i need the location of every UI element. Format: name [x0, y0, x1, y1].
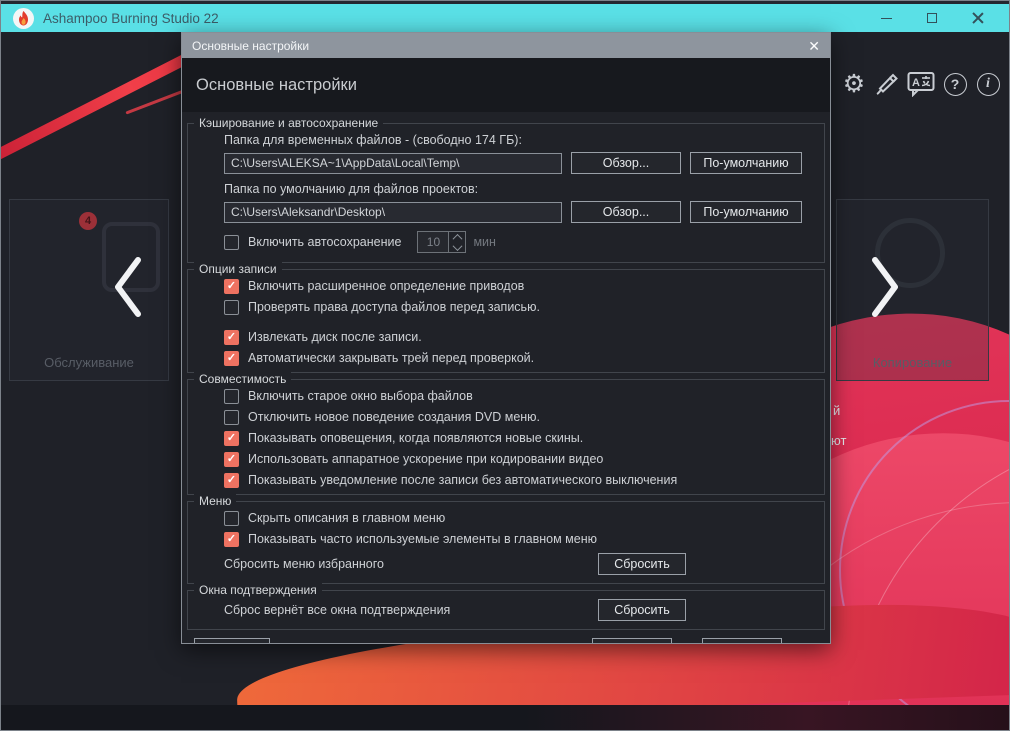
- reset-confirmations-label: Сброс вернёт все окна подтверждения: [224, 603, 450, 617]
- checkbox[interactable]: [224, 532, 239, 547]
- maximize-button[interactable]: [909, 5, 955, 31]
- group-confirmations-legend: Окна подтверждения: [194, 583, 322, 597]
- project-folder-label: Папка по умолчанию для файлов проектов:: [224, 182, 816, 198]
- temp-default-button[interactable]: По-умолчанию: [690, 152, 802, 174]
- group-compatibility: Совместимость Включить старое окно выбор…: [187, 379, 825, 495]
- tile-maintenance[interactable]: 4 Обслуживание: [9, 199, 169, 381]
- bg-text-fragment: ют: [831, 433, 846, 448]
- tile-copy-label: Копирование: [837, 355, 988, 370]
- group-menu: Меню Скрыть описания в главном меню Пока…: [187, 501, 825, 584]
- cancel-button[interactable]: Отмена: [702, 638, 782, 643]
- minimize-button[interactable]: [863, 5, 909, 31]
- project-browse-button[interactable]: Обзор...: [571, 201, 681, 223]
- checkbox[interactable]: [224, 279, 239, 294]
- project-folder-input[interactable]: [224, 202, 562, 223]
- checkbox[interactable]: [224, 410, 239, 425]
- checkbox[interactable]: [224, 389, 239, 404]
- group-caching-legend: Кэширование и автосохранение: [194, 116, 383, 130]
- dialog-header-title: Основные настройки: [182, 58, 830, 112]
- ok-button[interactable]: OK: [592, 638, 672, 643]
- reset-favorites-label: Сбросить меню избранного: [224, 557, 384, 571]
- checkbox[interactable]: [224, 431, 239, 446]
- settings-gear-icon[interactable]: ⚙: [838, 69, 870, 99]
- checkbox[interactable]: [224, 452, 239, 467]
- checkbox-row[interactable]: Отключить новое поведение создания DVD м…: [224, 409, 816, 425]
- settings-dialog: Основные настройки ✕ Основные настройки …: [181, 32, 831, 644]
- checkbox-row[interactable]: Включить старое окно выбора файлов: [224, 388, 816, 404]
- app-window: Ashampoo Burning Studio 22 ⚙: [0, 0, 1010, 731]
- os-titlebar: Ashampoo Burning Studio 22: [1, 4, 1009, 32]
- dialog-footer: Помощь OK Отмена: [194, 638, 818, 643]
- bg-bottom-strip: [1, 705, 1009, 730]
- checkbox-row[interactable]: Включить расширенное определение приводо…: [224, 278, 816, 294]
- info-icon[interactable]: i: [972, 69, 1004, 99]
- temp-folder-input[interactable]: [224, 153, 562, 174]
- close-button[interactable]: [955, 5, 1001, 31]
- chevron-right-icon[interactable]: [867, 256, 903, 318]
- checkbox-row[interactable]: Показывать уведомление после записи без …: [224, 472, 816, 488]
- temp-folder-label: Папка для временных файлов - (свободно 1…: [224, 133, 816, 149]
- checkbox[interactable]: [224, 473, 239, 488]
- autosave-checkbox[interactable]: [224, 235, 239, 250]
- checkbox[interactable]: [224, 330, 239, 345]
- checkbox-row[interactable]: Использовать аппаратное ускорение при ко…: [224, 451, 816, 467]
- translate-icon[interactable]: A: [905, 69, 937, 99]
- autosave-unit-label: мин: [473, 235, 495, 249]
- checkbox-row[interactable]: Автоматически закрывать трей перед прове…: [224, 350, 816, 366]
- notification-badge: 4: [79, 212, 97, 230]
- group-burn-legend: Опции записи: [194, 262, 282, 276]
- autosave-minutes-value[interactable]: 10: [417, 231, 449, 253]
- group-caching: Кэширование и автосохранение Папка для в…: [187, 123, 825, 263]
- window-title: Ashampoo Burning Studio 22: [43, 11, 219, 26]
- project-default-button[interactable]: По-умолчанию: [690, 201, 802, 223]
- temp-browse-button[interactable]: Обзор...: [571, 152, 681, 174]
- dialog-titlebar[interactable]: Основные настройки ✕: [182, 33, 830, 58]
- checkbox-row[interactable]: Проверять права доступа файлов перед зап…: [224, 299, 816, 315]
- checkbox-row[interactable]: Скрыть описания в главном меню: [224, 510, 816, 526]
- app-logo-flame-icon: [13, 8, 34, 29]
- reset-favorites-button[interactable]: Сбросить: [598, 553, 686, 575]
- group-compatibility-legend: Совместимость: [194, 372, 291, 386]
- group-burn-options: Опции записи Включить расширенное опреде…: [187, 269, 825, 373]
- skin-brush-icon[interactable]: [870, 69, 902, 99]
- checkbox-row[interactable]: Показывать оповещения, когда появляются …: [224, 430, 816, 446]
- dialog-body: Кэширование и автосохранение Папка для в…: [182, 112, 830, 643]
- checkbox-row[interactable]: Показывать часто используемые элементы в…: [224, 531, 816, 547]
- checkbox[interactable]: [224, 351, 239, 366]
- checkbox[interactable]: [224, 511, 239, 526]
- reset-confirmations-button[interactable]: Сбросить: [598, 599, 686, 621]
- maximize-icon: [927, 13, 937, 23]
- group-confirmations: Окна подтверждения Сброс вернёт все окна…: [187, 590, 825, 630]
- autosave-minutes-stepper[interactable]: [449, 231, 466, 253]
- help-button[interactable]: Помощь: [194, 638, 270, 643]
- checkbox-row[interactable]: Извлекать диск после записи.: [224, 329, 816, 345]
- autosave-label: Включить автосохранение: [248, 235, 401, 249]
- checkbox[interactable]: [224, 300, 239, 315]
- bg-text-fragment: й: [833, 403, 840, 418]
- tile-copy[interactable]: Копирование: [836, 199, 989, 381]
- dialog-title: Основные настройки: [192, 39, 309, 53]
- group-menu-legend: Меню: [194, 494, 236, 508]
- tile-maintenance-label: Обслуживание: [10, 355, 168, 370]
- help-icon[interactable]: ?: [939, 69, 971, 99]
- svg-text:A: A: [912, 77, 920, 89]
- chevron-left-icon[interactable]: [110, 256, 146, 318]
- window-controls: [863, 5, 1001, 31]
- minimize-icon: [881, 18, 892, 19]
- dialog-close-icon[interactable]: ✕: [808, 39, 820, 53]
- close-icon: [972, 12, 984, 24]
- stepper-down-icon[interactable]: [449, 242, 465, 252]
